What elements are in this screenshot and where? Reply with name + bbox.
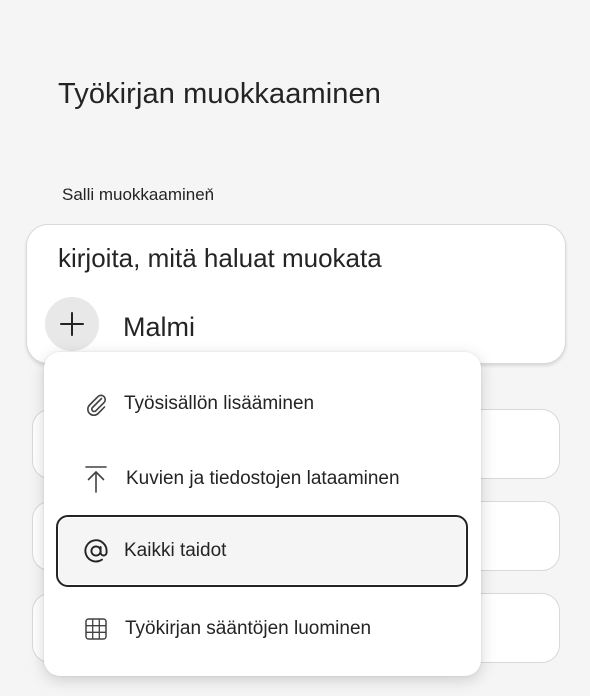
allow-edit-toggle[interactable]: Salli muokkaaminen ⌄ [62,180,215,205]
menu-item-all-skills[interactable]: Kaikki taidot [56,515,468,587]
paperclip-icon [82,390,110,418]
menu-item-label: Kuvien ja tiedostojen lataaminen [126,468,400,489]
table-grid-icon [82,615,110,643]
menu-item-label: Työkirjan sääntöjen luominen [125,618,372,639]
menu-item-add-work-content[interactable]: Työsisällön lisääminen [44,369,481,439]
menu-item-label: Kaikki taidot [124,540,227,561]
chevron-down-icon: ⌄ [205,180,216,194]
at-icon [82,537,110,565]
prompt-input[interactable]: kirjoita, mitä haluat muokata [58,243,382,274]
add-button[interactable] [45,297,99,351]
prompt-card: kirjoita, mitä haluat muokata Malmi [26,224,566,364]
model-label[interactable]: Malmi [123,312,195,343]
allow-edit-label: Salli muokkaaminen [62,185,215,204]
menu-item-upload[interactable]: Kuvien ja tiedostojen lataaminen [44,444,481,514]
page-title: Työkirjan muokkaaminen [58,78,381,110]
menu-item-label: Työsisällön lisääminen [124,393,315,414]
options-menu: Työsisällön lisääminen Kuvien ja tiedost… [44,352,481,676]
plus-icon [60,312,84,336]
upload-icon [82,465,110,493]
menu-item-create-rules[interactable]: Työkirjan sääntöjen luominen [44,594,481,664]
